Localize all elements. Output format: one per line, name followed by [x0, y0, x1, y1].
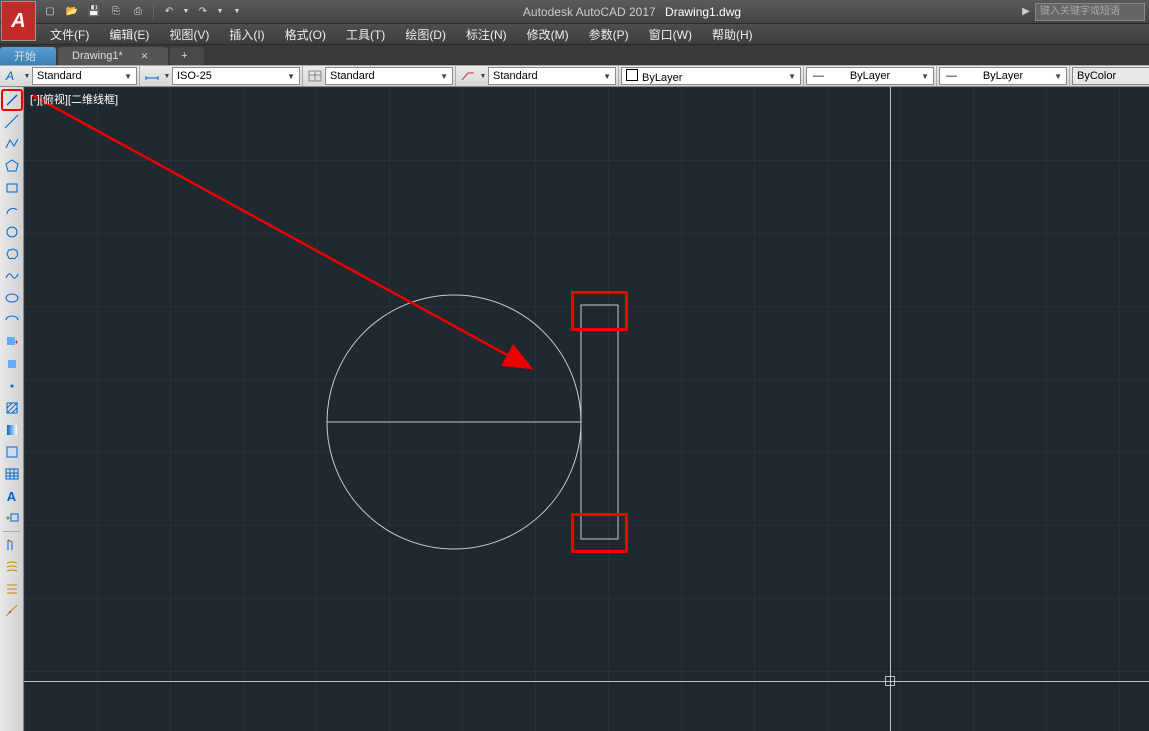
addselected-tool[interactable]: [2, 508, 22, 528]
mtext-tool[interactable]: A: [2, 486, 22, 506]
menu-edit[interactable]: 编辑(E): [99, 24, 159, 44]
ellipse-arc-tool[interactable]: [2, 310, 22, 330]
mleaderstyle-dropdown[interactable]: Standard▼: [488, 67, 616, 85]
titlebar: ▢ 📂 💾 ⎘ ⎙ ↶ ▼ ↷ ▼ ▼ Autodesk AutoCAD 201…: [0, 0, 1149, 24]
autocad-logo[interactable]: A: [1, 1, 36, 41]
lineweight-value: ByLayer: [850, 70, 890, 82]
drawing-viewport[interactable]: [-][俯视][二维线框]: [24, 87, 1149, 731]
file-name: Drawing1.dwg: [665, 5, 741, 19]
close-tab-icon[interactable]: ✕: [141, 51, 149, 62]
polygon-tool[interactable]: [2, 156, 22, 176]
dimstyle-value: ISO-25: [177, 70, 212, 82]
crosshair-horizontal: [24, 681, 1149, 682]
separator: [3, 531, 21, 532]
menu-draw[interactable]: 绘图(D): [395, 24, 456, 44]
xline-tool[interactable]: [2, 112, 22, 132]
tab-start[interactable]: 开始: [0, 47, 56, 65]
viewport-label[interactable]: [-][俯视][二维线框]: [30, 91, 118, 107]
mleaderstyle-dd-icon[interactable]: ▼: [478, 67, 488, 85]
menu-window[interactable]: 窗口(W): [639, 24, 702, 44]
menu-tools[interactable]: 工具(T): [336, 24, 395, 44]
draw-toolbar: A: [0, 87, 24, 731]
menu-insert[interactable]: 插入(I): [219, 24, 274, 44]
textstyle-dropdown[interactable]: Standard▼: [32, 67, 137, 85]
make-block-tool[interactable]: [2, 354, 22, 374]
undo-dropdown-icon[interactable]: ▼: [181, 3, 191, 21]
print-icon[interactable]: ⎙: [128, 3, 148, 21]
arc-tool[interactable]: [2, 200, 22, 220]
circle-tool[interactable]: [2, 222, 22, 242]
mleaderstyle-value: Standard: [493, 70, 538, 82]
cursor-pickbox: [885, 676, 895, 686]
saveas-icon[interactable]: ⎘: [106, 3, 126, 21]
table-tool[interactable]: [2, 464, 22, 484]
region-tool[interactable]: [2, 442, 22, 462]
menu-dim[interactable]: 标注(N): [456, 24, 517, 44]
mleaderstyle-icon[interactable]: [458, 67, 478, 85]
drawing-svg: [24, 87, 1149, 731]
separator: [153, 5, 154, 19]
plotcolor-dropdown[interactable]: ByColor: [1072, 67, 1149, 85]
save-icon[interactable]: 💾: [84, 3, 104, 21]
revcloud-tool[interactable]: [2, 244, 22, 264]
linetype-dropdown[interactable]: —ByLayer▼: [939, 67, 1067, 85]
tab-drawing1[interactable]: Drawing1* ✕: [58, 47, 168, 65]
tablestyle-dropdown[interactable]: Standard▼: [325, 67, 453, 85]
menu-param[interactable]: 参数(P): [579, 24, 639, 44]
menu-help[interactable]: 帮助(H): [702, 24, 763, 44]
point-tool[interactable]: [2, 376, 22, 396]
tablestyle-icon[interactable]: [305, 67, 325, 85]
new-icon[interactable]: ▢: [40, 3, 60, 21]
svg-text:A: A: [5, 69, 14, 83]
open-icon[interactable]: 📂: [62, 3, 82, 21]
rectangle-tool[interactable]: [2, 178, 22, 198]
layercolor-value: ByLayer: [642, 72, 682, 84]
menu-view[interactable]: 视图(V): [159, 24, 219, 44]
lineweight-dropdown[interactable]: —ByLayer▼: [806, 67, 934, 85]
properties-bar: A ▼ Standard▼ ▼ ISO-25▼ Standard▼ ▼ Stan…: [0, 65, 1149, 87]
textstyle-value: Standard: [37, 70, 82, 82]
insert-block-tool[interactable]: [2, 332, 22, 352]
infocenter-arrow-icon[interactable]: ▶: [1017, 3, 1035, 21]
redo-icon[interactable]: ↷: [193, 3, 213, 21]
tab-new[interactable]: +: [170, 47, 204, 65]
plotcolor-value: ByColor: [1077, 70, 1116, 82]
redo-dropdown-icon[interactable]: ▼: [215, 3, 225, 21]
textstyle-dd-icon[interactable]: ▼: [22, 67, 32, 85]
gradient-tool[interactable]: [2, 420, 22, 440]
linetype-value: ByLayer: [983, 70, 1023, 82]
menu-modify[interactable]: 修改(M): [517, 24, 579, 44]
file-tabbar: 开始 Drawing1* ✕ +: [0, 45, 1149, 65]
ellipse-tool[interactable]: [2, 288, 22, 308]
modify-tool-1[interactable]: [2, 535, 22, 555]
modify-tool-4[interactable]: [2, 601, 22, 621]
qat-dropdown-icon[interactable]: ▼: [227, 3, 247, 21]
polyline-tool[interactable]: [2, 134, 22, 154]
tab-label: Drawing1*: [72, 50, 123, 62]
dimstyle-dropdown[interactable]: ISO-25▼: [172, 67, 300, 85]
window-title: Autodesk AutoCAD 2017 Drawing1.dwg: [247, 5, 1017, 19]
spline-tool[interactable]: [2, 266, 22, 286]
modify-tool-2[interactable]: [2, 557, 22, 577]
line-tool[interactable]: [2, 90, 22, 110]
menu-file[interactable]: 文件(F): [40, 24, 99, 44]
main-area: A: [0, 87, 1149, 731]
dimstyle-dd-icon[interactable]: ▼: [162, 67, 172, 85]
hatch-tool[interactable]: [2, 398, 22, 418]
menu-format[interactable]: 格式(O): [275, 24, 336, 44]
app-name: Autodesk AutoCAD 2017: [523, 5, 656, 19]
undo-icon[interactable]: ↶: [159, 3, 179, 21]
layercolor-dropdown[interactable]: ByLayer▼: [621, 67, 801, 85]
crosshair-vertical: [890, 87, 891, 731]
menubar: 文件(F) 编辑(E) 视图(V) 插入(I) 格式(O) 工具(T) 绘图(D…: [0, 24, 1149, 45]
modify-tool-3[interactable]: [2, 579, 22, 599]
textstyle-icon[interactable]: A: [2, 67, 22, 85]
search-input[interactable]: 键入关键字或短语: [1035, 3, 1145, 21]
quick-access-toolbar: ▢ 📂 💾 ⎘ ⎙ ↶ ▼ ↷ ▼ ▼: [40, 3, 247, 21]
tablestyle-value: Standard: [330, 70, 375, 82]
dimstyle-icon[interactable]: [142, 67, 162, 85]
